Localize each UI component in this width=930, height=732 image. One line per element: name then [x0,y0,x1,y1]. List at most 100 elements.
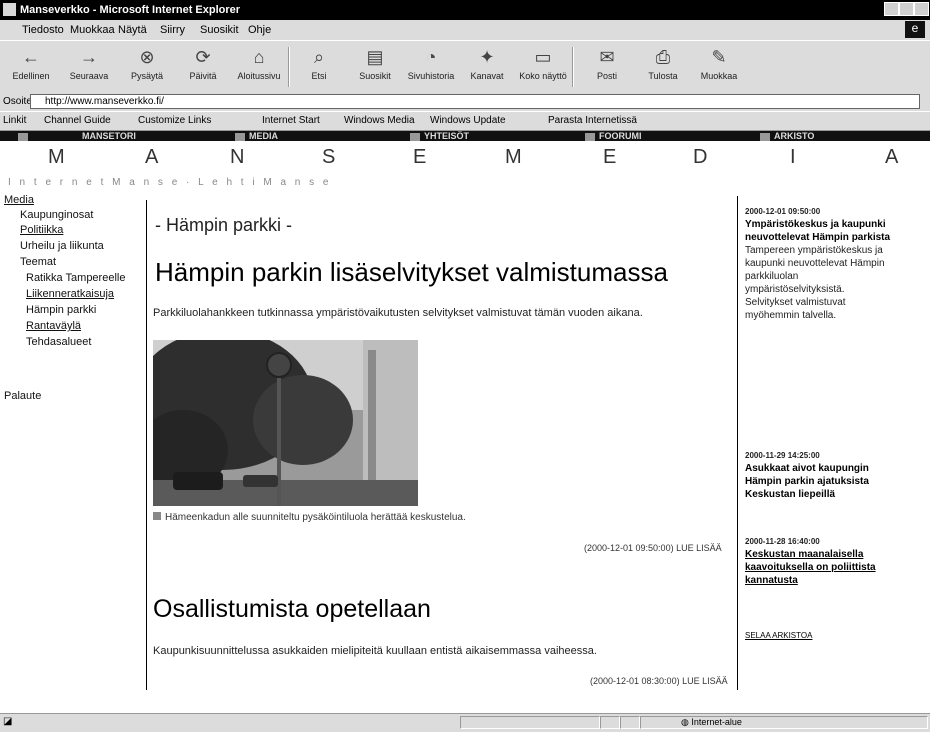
status-bar: ◪ ◍ Internet-alue [0,713,930,732]
brand-letter: D [693,146,708,168]
page-status-icon: ◪ [3,716,13,727]
refresh-icon: ⟳ [195,47,211,67]
links-label: Linkit [3,115,27,126]
news-date: 2000-12-01 09:50:00 [745,207,821,216]
news-item[interactable]: 2000-12-01 09:50:00 Ympäristökeskus ja k… [745,205,893,322]
fullscreen-icon: ▭ [534,47,552,67]
nav-media[interactable]: MEDIA [235,131,278,141]
link-windows-media[interactable]: Windows Media [344,115,415,126]
globe-icon: ◍ [681,717,692,727]
search-button[interactable]: ⌕ Etsi [294,45,344,89]
nav-arkisto[interactable]: ARKISTO [760,131,814,141]
ie-throbber-icon: e [905,21,925,38]
status-pane [620,716,640,729]
archive-link[interactable]: SELAA ARKISTOA [745,629,893,642]
leftnav-palaute[interactable]: Palaute [4,390,41,402]
article-meta[interactable]: (2000-12-01 09:50:00) LUE LISÄÄ [584,543,722,553]
news-item[interactable]: 2000-11-29 14:25:00 Asukkaat aivot kaupu… [745,449,893,501]
article-meta-2[interactable]: (2000-12-01 08:30:00) LUE LISÄÄ [590,676,728,686]
link-channel-guide[interactable]: Channel Guide [44,115,111,126]
search-icon: ⌕ [313,47,325,67]
news-item[interactable]: 2000-11-28 16:40:00 Keskustan maanalaise… [745,535,893,587]
news-body: Tampereen ympäristökeskus ja kaupunki ne… [745,245,885,321]
article-lead: Parkkiluolahankkeen tutkinnassa ympärist… [153,307,643,319]
brand-letter: S [322,146,336,168]
leftnav-teemat[interactable]: Teemat [20,256,56,268]
channels-button[interactable]: ✦ Kanavat [462,45,512,89]
nav-square-icon [18,132,28,141]
nav-yhteisot[interactable]: YHTEISÖT [410,131,469,141]
main-left-rule [146,200,147,690]
menu-view[interactable]: Näytä [118,24,147,36]
history-button[interactable]: ◔ Sivuhistoria [406,45,456,89]
link-customize-links[interactable]: Customize Links [138,115,211,126]
security-zone: ◍ Internet-alue [640,716,928,729]
section-title: - Hämpin parkki - [155,215,293,235]
nav-mansetori[interactable]: MANSETORI [18,131,136,141]
edit-icon: ✎ [711,47,727,67]
favorites-button[interactable]: ▤ Suosikit [350,45,400,89]
brand-letter: E [603,146,617,168]
window-title: Manseverkko - Microsoft Internet Explore… [20,4,241,16]
news-date: 2000-11-29 14:25:00 [745,451,820,460]
links-bar: Linkit Channel Guide Customize Links Int… [0,112,930,131]
mail-button[interactable]: ✉ Posti [582,45,632,89]
back-arrow-icon: ← [22,47,40,67]
brand-letter: A [885,146,899,168]
menu-edit[interactable]: Muokkaa [70,24,115,36]
history-icon: ◔ [425,47,437,67]
leftnav-ratikka[interactable]: Ratikka Tampereelle [26,272,125,284]
address-bar: Osoite http://www.manseverkko.fi/ [0,93,930,111]
leftnav-kaupunginosat[interactable]: Kaupunginosat [20,209,93,221]
toolbar-separator [572,47,574,87]
brand-letter: A [145,146,159,168]
forward-button[interactable]: → Seuraava [64,45,114,89]
minimize-button[interactable] [884,2,899,16]
article-headline-2[interactable]: Osallistumista opetellaan [153,595,431,624]
menu-bar: Tiedosto Muokkaa Näytä Siirry Suosikit O… [0,20,930,40]
street-photo-icon [153,340,418,506]
edit-button[interactable]: ✎ Muokkaa [694,45,744,89]
brand-letter: I [790,146,796,168]
leftnav-tehdasalueet[interactable]: Tehdasalueet [26,336,91,348]
photo-caption: Hämeenkadun alle suunniteltu pysäköintil… [153,512,466,523]
article-lead-2: Kaupunkisuunnittelussa asukkaiden mielip… [153,645,597,657]
favorites-icon: ▤ [366,47,384,67]
address-field[interactable]: http://www.manseverkko.fi/ [30,94,920,109]
caption-square-icon [153,512,161,520]
nav-square-icon [235,132,245,141]
leftnav-urheilu[interactable]: Urheilu ja liikunta [20,240,104,252]
stop-button[interactable]: ⊗ Pysäytä [122,45,172,89]
brand-letter: M [48,146,65,168]
home-button[interactable]: ⌂ Aloitussivu [234,45,284,89]
article-headline[interactable]: Hämpin parkin lisäselvitykset valmistuma… [155,257,668,288]
leftnav-hampin-parkki[interactable]: Hämpin parkki [26,304,96,316]
status-pane [460,716,600,729]
article-photo [153,340,418,506]
news-headline: Keskustan maanalaisella kaavoituksella o… [745,549,876,586]
refresh-button[interactable]: ⟳ Päivitä [178,45,228,89]
link-windows-update[interactable]: Windows Update [430,115,506,126]
close-button[interactable] [914,2,929,16]
leftnav-liikenneratkaisuja[interactable]: Liikenneratkaisuja [26,288,114,300]
status-pane [600,716,620,729]
link-best-of-web[interactable]: Parasta Internetissä [548,115,637,126]
menu-help[interactable]: Ohje [248,24,271,36]
nav-foorumi[interactable]: FOORUMI [585,131,642,141]
leftnav-politiikka[interactable]: Politiikka [20,224,63,236]
menu-favorites[interactable]: Suosikit [200,24,239,36]
leftnav-media[interactable]: Media [4,194,34,206]
nav-square-icon [410,132,420,141]
back-button[interactable]: ← Edellinen [6,45,56,89]
news-headline: Ympäristökeskus ja kaupunki neuvotteleva… [745,219,891,243]
print-button[interactable]: ⎙ Tulosta [638,45,688,89]
channels-icon: ✦ [479,47,495,67]
leftnav-rantavayla[interactable]: Rantaväylä [26,320,81,332]
fullscreen-button[interactable]: ▭ Koko näyttö [518,45,568,89]
maximize-button[interactable] [899,2,914,16]
menu-go[interactable]: Siirry [160,24,185,36]
brand-letter: N [230,146,245,168]
news-date: 2000-11-28 16:40:00 [745,537,820,546]
link-internet-start[interactable]: Internet Start [262,115,320,126]
menu-file[interactable]: Tiedosto [22,24,64,36]
